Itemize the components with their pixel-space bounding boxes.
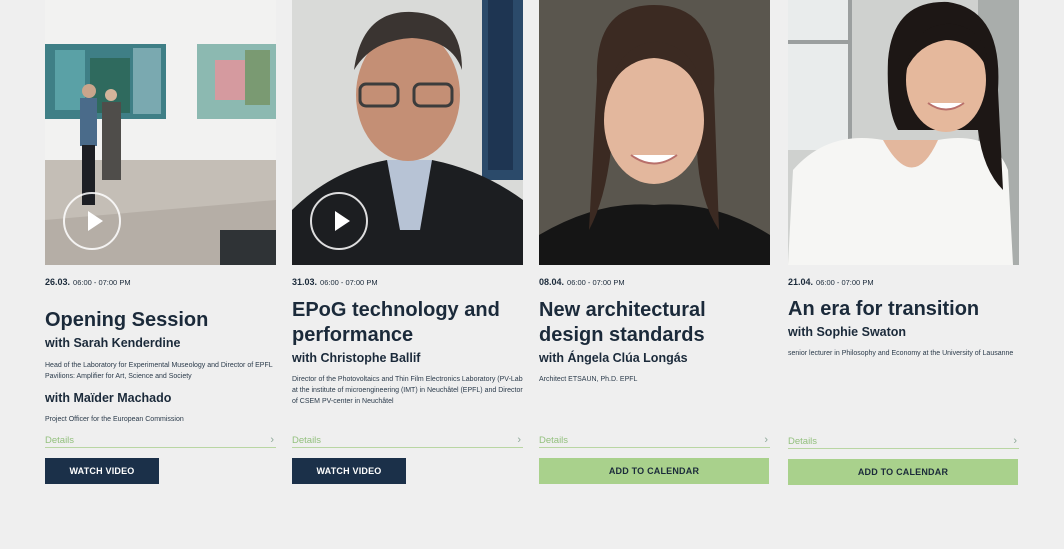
event-title: An era for transition	[788, 298, 980, 320]
details-link[interactable]: Details ›	[788, 435, 1019, 449]
play-video-icon[interactable]	[310, 192, 368, 250]
details-link[interactable]: Details ›	[292, 434, 523, 448]
speaker-photo[interactable]	[292, 0, 523, 265]
speaker-name: with Sarah Kenderdine	[45, 336, 181, 350]
speaker-description: Project Officer for the European Commiss…	[45, 416, 184, 423]
speaker-photo[interactable]	[788, 0, 1019, 265]
add-to-calendar-button[interactable]: ADD TO CALENDAR	[539, 458, 769, 484]
details-label: Details	[788, 436, 818, 447]
details-label: Details	[45, 435, 75, 446]
event-date: 26.03. 06:00 - 07:00 PM	[45, 277, 131, 287]
speaker-name: with Ángela Clúa Longás	[539, 351, 688, 365]
event-title: Opening Session	[45, 309, 209, 331]
speaker-description: Director of the Photovoltaics and Thin F…	[292, 376, 523, 405]
speaker-name: with Sophie Swaton	[788, 325, 907, 339]
add-to-calendar-button[interactable]: ADD TO CALENDAR	[788, 459, 1018, 485]
watch-video-button[interactable]: WATCH VIDEO	[45, 458, 159, 484]
watch-video-button[interactable]: WATCH VIDEO	[292, 458, 406, 484]
event-date: 21.04. 06:00 - 07:00 PM	[788, 277, 874, 287]
speaker-photo[interactable]	[539, 0, 770, 265]
event-title: EPoG technology and performance	[292, 299, 500, 346]
details-link[interactable]: Details ›	[45, 434, 276, 448]
speaker-description: senior lecturer in Philosophy and Econom…	[788, 350, 1014, 357]
play-video-icon[interactable]	[63, 192, 121, 250]
speaker-description: Architect ETSAUN, Ph.D. EPFL	[539, 376, 638, 383]
details-link[interactable]: Details ›	[539, 434, 770, 448]
speaker-description: Head of the Laboratory for Experimental …	[45, 362, 273, 380]
chevron-right-icon: ›	[1013, 435, 1017, 447]
event-photo-gallery[interactable]	[45, 0, 276, 265]
details-label: Details	[292, 435, 322, 446]
details-label: Details	[539, 435, 569, 446]
chevron-right-icon: ›	[517, 434, 521, 446]
chevron-right-icon: ›	[764, 434, 768, 446]
speaker-name: with Christophe Ballif	[292, 351, 421, 365]
event-date: 31.03. 06:00 - 07:00 PM	[292, 277, 378, 287]
event-title: New architectural design standards	[539, 299, 706, 346]
chevron-right-icon: ›	[270, 434, 274, 446]
speaker-name: with Maïder Machado	[45, 391, 172, 405]
event-date: 08.04. 06:00 - 07:00 PM	[539, 277, 625, 287]
